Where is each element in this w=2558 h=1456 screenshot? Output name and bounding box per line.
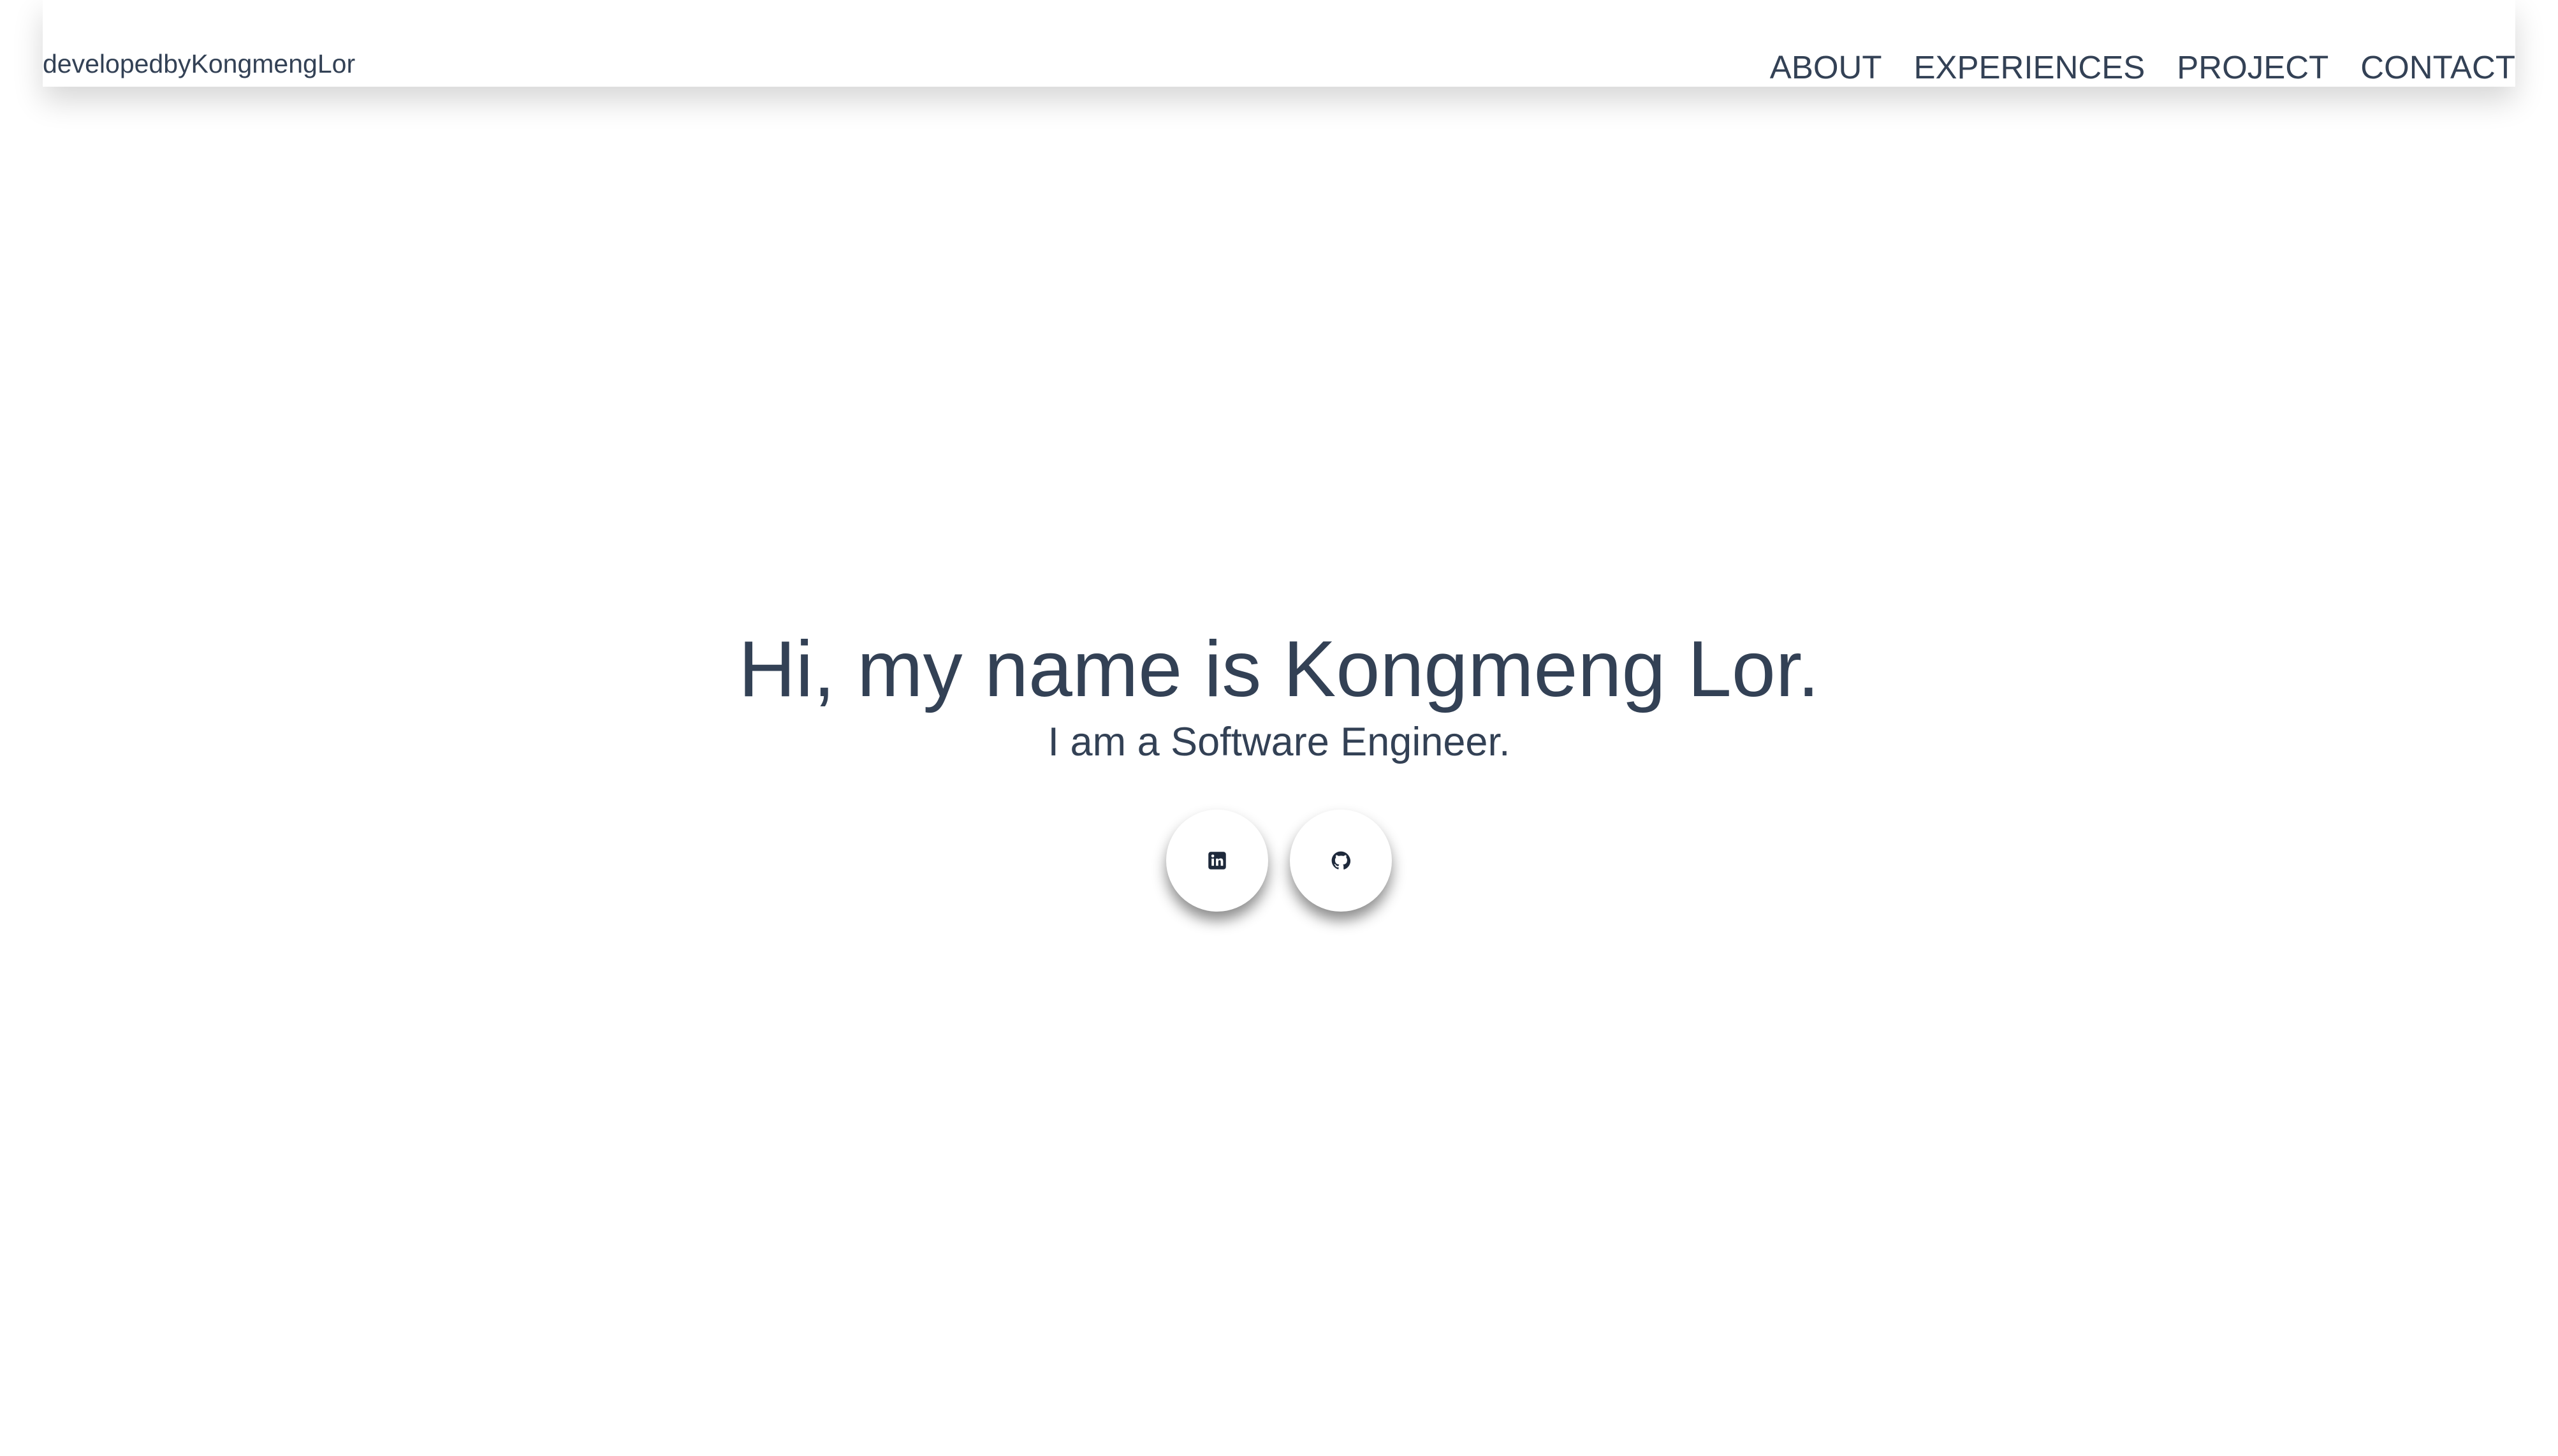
linkedin-icon bbox=[1208, 852, 1226, 870]
social-links bbox=[0, 810, 2558, 912]
navbar: developedbyKongmengLor ABOUT EXPERIENCES… bbox=[43, 0, 2515, 87]
github-button[interactable] bbox=[1290, 810, 1392, 912]
nav-links: ABOUT EXPERIENCES PROJECT CONTACT bbox=[1770, 50, 2515, 85]
linkedin-button[interactable] bbox=[1166, 810, 1268, 912]
brand-logo-text[interactable]: developedbyKongmengLor bbox=[43, 50, 355, 78]
nav-link-contact[interactable]: CONTACT bbox=[2360, 50, 2515, 85]
hero-title: Hi, my name is Kongmeng Lor. bbox=[738, 625, 1820, 713]
github-icon bbox=[1331, 851, 1350, 870]
hero-section: Hi, my name is Kongmeng Lor. I am a Soft… bbox=[0, 625, 2558, 765]
nav-link-experiences[interactable]: EXPERIENCES bbox=[1913, 50, 2145, 85]
nav-link-project[interactable]: PROJECT bbox=[2177, 50, 2328, 85]
hero-subtitle: I am a Software Engineer. bbox=[1048, 720, 1510, 764]
nav-link-about[interactable]: ABOUT bbox=[1770, 50, 1882, 85]
